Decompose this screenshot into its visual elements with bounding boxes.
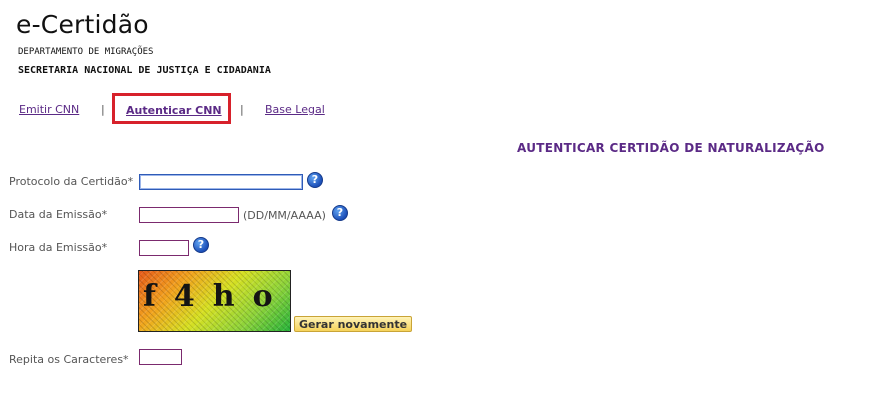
nav-separator: | [101,103,105,116]
captcha-image: f4ho [138,270,291,332]
nav-item-autenticar[interactable]: Autenticar CNN [112,93,231,124]
help-icon[interactable]: ? [332,205,348,221]
regenerate-captcha-button[interactable]: Gerar novamente [294,316,413,332]
nav-link-emitir[interactable]: Emitir CNN [19,103,79,116]
help-icon[interactable]: ? [193,237,209,253]
captcha-input[interactable] [139,349,182,365]
page-title: AUTENTICAR CERTIDÃO DE NATURALIZAÇÃO [517,141,825,155]
nav-link-base-legal[interactable]: Base Legal [265,103,325,116]
date-label: Data da Emissão* [9,208,108,221]
captcha-text: f4ho [143,279,291,314]
date-format-hint: (DD/MM/AAAA) [243,209,326,222]
time-input[interactable] [139,240,189,256]
nav-link-autenticar[interactable]: Autenticar CNN [126,104,222,117]
secretariat-label: SECRETARIA NACIONAL DE JUSTIÇA E CIDADAN… [18,65,271,76]
nav-item-base-legal[interactable]: Base Legal [265,103,325,116]
time-label: Hora da Emissão* [9,241,108,254]
logo-title: e-Certidão [16,10,149,39]
department-label: DEPARTAMENTO DE MIGRAÇÕES [18,47,154,57]
repeat-characters-label: Repita os Caracteres* [9,353,129,366]
protocol-input[interactable] [139,174,303,190]
nav-item-emitir[interactable]: Emitir CNN [19,103,79,116]
nav-separator: | [240,103,244,116]
date-input[interactable] [139,207,239,223]
protocol-label: Protocolo da Certidão* [9,175,134,188]
help-icon[interactable]: ? [307,172,323,188]
